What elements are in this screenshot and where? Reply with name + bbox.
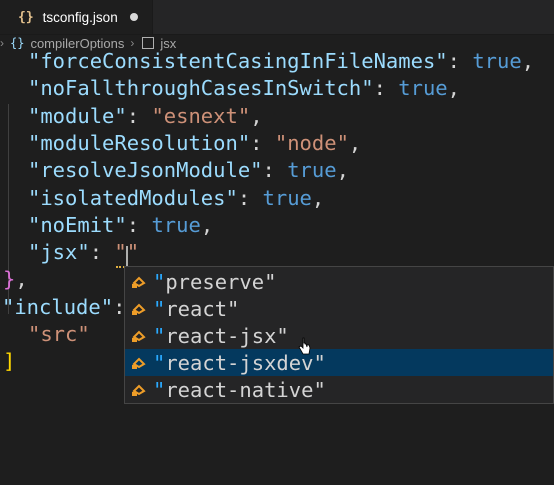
json-value: "node" — [274, 130, 349, 155]
colon: : — [126, 103, 152, 128]
json-key: "module" — [28, 103, 127, 128]
symbol-property-icon — [132, 357, 146, 369]
json-file-icon: {} — [18, 9, 34, 25]
suggestion-label: "react-native" — [153, 377, 326, 402]
code-line: "isolatedModules": true, — [28, 185, 324, 212]
comma: , — [447, 76, 460, 101]
json-key: "include" — [2, 294, 114, 319]
comma: , — [15, 267, 28, 292]
code-line: ] — [3, 348, 15, 375]
code-line: "src" — [28, 321, 90, 348]
json-value: true — [472, 49, 522, 73]
colon: : — [126, 212, 152, 237]
text-cursor — [126, 246, 128, 267]
symbol-property-icon — [132, 276, 146, 288]
colon: : — [237, 185, 263, 210]
code-line: "include":[ — [2, 294, 138, 321]
tab-label: tsconfig.json — [42, 9, 118, 25]
colon: : — [447, 49, 473, 73]
json-value: true — [262, 185, 312, 210]
json-key: "noEmit" — [28, 212, 127, 237]
json-key: "isolatedModules" — [28, 185, 238, 210]
unsaved-dot-icon[interactable] — [129, 13, 138, 21]
json-value: true — [287, 158, 337, 183]
json-value: "esnext" — [151, 103, 251, 128]
json-value: true — [151, 212, 201, 237]
comma: , — [521, 49, 535, 73]
colon: : — [89, 240, 115, 265]
json-key: "resolveJsonModule" — [28, 158, 263, 183]
code-line: "module": "esnext", — [28, 103, 263, 130]
suggestion-label: "preserve" — [153, 269, 277, 294]
json-key: "forceConsistentCasingInFileNames" — [28, 49, 448, 73]
suggestion-item-selected[interactable]: "react-jsxdev" — [125, 349, 553, 376]
code-line: "moduleResolution": "node", — [28, 130, 361, 157]
tab-bar: {} tsconfig.json — [0, 0, 554, 35]
mouse-pointer-icon — [298, 337, 311, 355]
symbol-property-icon — [132, 330, 146, 342]
comma: , — [200, 212, 214, 237]
comma: , — [336, 158, 349, 183]
code-line: "forceConsistentCasingInFileNames": true… — [28, 48, 534, 75]
json-key: "moduleResolution" — [28, 130, 251, 155]
colon: : — [262, 158, 288, 183]
colon: : — [250, 130, 275, 155]
suggestion-widget: "preserve" "react" "react-jsx" "react-js… — [124, 266, 554, 404]
code-line: "resolveJsonModule": true, — [28, 157, 349, 184]
json-value: true — [398, 76, 448, 101]
code-line: "noFallthroughCasesInSwitch": true, — [28, 75, 460, 102]
close-bracket: ] — [3, 349, 16, 374]
symbol-property-icon — [132, 303, 146, 315]
json-key: "jsx" — [28, 240, 90, 265]
json-value: "src" — [28, 322, 90, 346]
closing-brace: } — [3, 267, 16, 292]
suggestion-item[interactable]: "react-native" — [125, 376, 553, 403]
comma: , — [348, 130, 362, 155]
code-line: "noEmit": true, — [28, 212, 213, 239]
suggestion-label: "react" — [153, 296, 240, 321]
comma: , — [311, 185, 325, 210]
tab-tsconfig[interactable]: {} tsconfig.json — [0, 0, 153, 34]
json-key: "noFallthroughCasesInSwitch" — [28, 76, 374, 101]
code-line: }, — [3, 266, 28, 293]
suggestion-item[interactable]: "react" — [125, 295, 553, 322]
symbol-property-icon — [132, 384, 146, 396]
colon: : — [373, 76, 399, 101]
suggestion-item[interactable]: "react-jsx" — [125, 322, 553, 349]
suggestion-item[interactable]: "preserve" — [125, 268, 553, 295]
comma: , — [250, 103, 263, 128]
suggestion-label: "react-jsx" — [153, 323, 289, 348]
